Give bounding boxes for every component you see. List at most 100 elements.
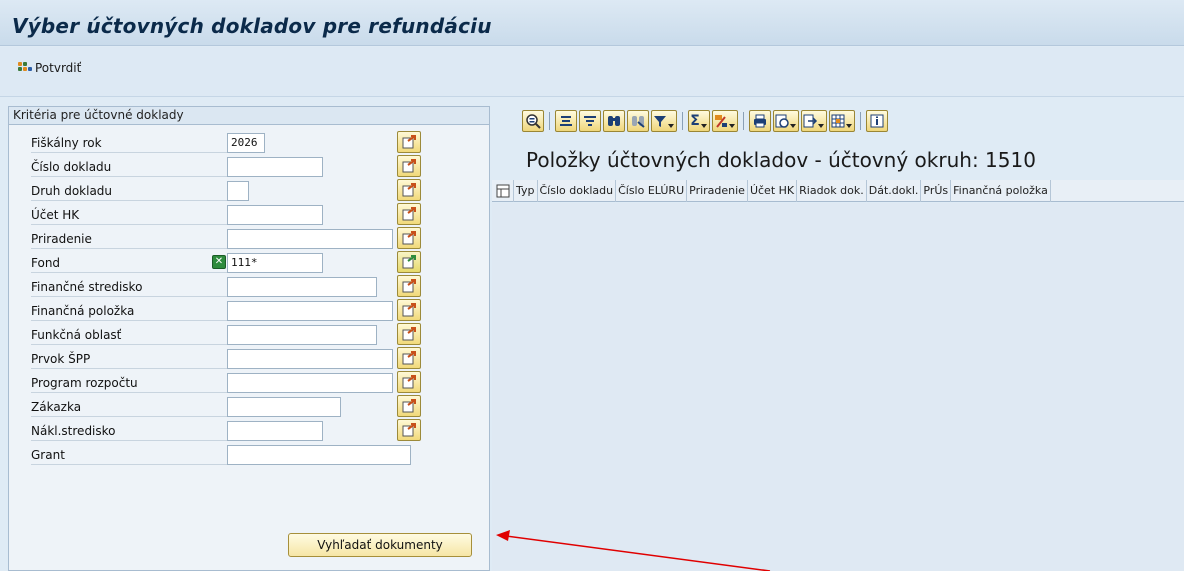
gl-account-input[interactable] — [227, 205, 323, 225]
field-row-cost-center: Nákl.stredisko — [9, 419, 491, 443]
select-all-icon[interactable] — [492, 179, 514, 202]
subtotal-icon[interactable] — [712, 110, 738, 132]
document-number-input[interactable] — [227, 157, 323, 177]
multiple-selection-button[interactable] — [397, 251, 421, 273]
export-icon[interactable] — [801, 110, 827, 132]
toolbar-separator — [743, 112, 744, 130]
find-icon[interactable] — [603, 110, 625, 132]
commitment-item-input[interactable] — [227, 301, 393, 321]
multiple-selection-icon — [402, 399, 416, 413]
alv-grid-empty-area — [492, 203, 1184, 571]
field-row-grant: Grant — [9, 443, 491, 467]
multiple-selection-icon — [402, 303, 416, 317]
multiple-selection-icon — [402, 183, 416, 197]
multiple-selection-active-icon — [402, 255, 416, 269]
cost-center-input[interactable] — [227, 421, 323, 441]
field-label: Prvok ŠPP — [31, 349, 231, 369]
column-header[interactable]: Účet HK — [748, 179, 798, 202]
field-label: Fond — [31, 253, 231, 273]
print-icon[interactable] — [749, 110, 771, 132]
info-icon[interactable] — [866, 110, 888, 132]
multiple-selection-button[interactable] — [397, 371, 421, 393]
field-label: Fiškálny rok — [31, 133, 231, 153]
selection-option-icon[interactable]: ✕ — [212, 255, 226, 269]
field-row-wbs-element: Prvok ŠPP — [9, 347, 491, 371]
wbs-element-input[interactable] — [227, 349, 393, 369]
multiple-selection-icon — [402, 135, 416, 149]
layout-icon[interactable] — [829, 110, 855, 132]
confirm-icon — [18, 62, 32, 74]
multiple-selection-icon — [402, 423, 416, 437]
field-row-commitment-item: Finančná položka — [9, 299, 491, 323]
multiple-selection-icon — [402, 207, 416, 221]
field-label: Funkčná oblasť — [31, 325, 231, 345]
budget-program-input[interactable] — [227, 373, 393, 393]
details-icon[interactable] — [522, 110, 544, 132]
views-icon[interactable] — [773, 110, 799, 132]
field-label: Účet HK — [31, 205, 231, 225]
sort-ascending-icon[interactable] — [555, 110, 577, 132]
field-row-document-number: Číslo dokladu — [9, 155, 491, 179]
sum-icon[interactable]: Σ — [688, 110, 710, 132]
filter-icon[interactable] — [651, 110, 677, 132]
assignment-input[interactable] — [227, 229, 393, 249]
multiple-selection-button[interactable] — [397, 131, 421, 153]
column-header[interactable]: PrÚs — [921, 179, 952, 202]
multiple-selection-icon — [402, 159, 416, 173]
field-row-document-type: Druh dokladu — [9, 179, 491, 203]
multiple-selection-button[interactable] — [397, 323, 421, 345]
multiple-selection-button[interactable] — [397, 275, 421, 297]
column-header[interactable]: Typ — [514, 179, 538, 202]
multiple-selection-button[interactable] — [397, 347, 421, 369]
toolbar-separator — [549, 112, 550, 130]
confirm-button[interactable]: Potvrdiť — [18, 61, 81, 75]
field-label: Grant — [31, 445, 231, 465]
multiple-selection-button[interactable] — [397, 179, 421, 201]
multiple-selection-button[interactable] — [397, 155, 421, 177]
multiple-selection-button[interactable] — [397, 203, 421, 225]
multiple-selection-button[interactable] — [397, 299, 421, 321]
field-label: Priradenie — [31, 229, 231, 249]
multiple-selection-button[interactable] — [397, 419, 421, 441]
multiple-selection-icon — [402, 327, 416, 341]
confirm-label: Potvrdiť — [35, 61, 82, 75]
toolbar-separator — [860, 112, 861, 130]
funds-center-input[interactable] — [227, 277, 377, 297]
grant-input[interactable] — [227, 445, 411, 465]
functional-area-input[interactable] — [227, 325, 377, 345]
column-header[interactable]: Číslo dokladu — [538, 179, 617, 202]
column-header[interactable]: Finančná položka — [951, 179, 1051, 202]
column-header[interactable]: Dát.dokl. — [867, 179, 922, 202]
column-header[interactable]: Priradenie — [687, 179, 748, 202]
document-type-input[interactable] — [227, 181, 249, 201]
field-row-gl-account: Účet HK — [9, 203, 491, 227]
field-label: Druh dokladu — [31, 181, 231, 201]
column-header[interactable]: Číslo ELÚRU — [616, 179, 688, 202]
criteria-header: Kritéria pre účtovné doklady — [9, 107, 489, 125]
fund-input[interactable]: 111* — [227, 253, 323, 273]
alv-toolbar: Σ — [522, 108, 888, 134]
field-label: Finančná položka — [31, 301, 231, 321]
field-row-order: Zákazka — [9, 395, 491, 419]
search-documents-button[interactable]: Vyhľadať dokumenty — [288, 533, 472, 557]
sort-descending-icon[interactable] — [579, 110, 601, 132]
application-toolbar: Potvrdiť — [0, 47, 1184, 97]
fiscal-year-input[interactable]: 2026 — [227, 133, 265, 153]
toolbar-separator — [682, 112, 683, 130]
order-input[interactable] — [227, 397, 341, 417]
field-row-functional-area: Funkčná oblasť — [9, 323, 491, 347]
field-row-fund: Fond ✕ 111* — [9, 251, 491, 275]
find-next-icon[interactable] — [627, 110, 649, 132]
window-title: Výber účtovných dokladov pre refundáciu — [12, 14, 492, 38]
field-label: Program rozpočtu — [31, 373, 231, 393]
column-header[interactable]: Riadok dok. — [797, 179, 867, 202]
multiple-selection-icon — [402, 375, 416, 389]
field-label: Číslo dokladu — [31, 157, 231, 177]
multiple-selection-button[interactable] — [397, 395, 421, 417]
title-bar: Výber účtovných dokladov pre refundáciu — [0, 0, 1184, 46]
criteria-panel: Kritéria pre účtovné doklady Fiškálny ro… — [8, 106, 490, 571]
field-label: Nákl.stredisko — [31, 421, 231, 441]
multiple-selection-icon — [402, 279, 416, 293]
field-row-funds-center: Finančné stredisko — [9, 275, 491, 299]
multiple-selection-button[interactable] — [397, 227, 421, 249]
